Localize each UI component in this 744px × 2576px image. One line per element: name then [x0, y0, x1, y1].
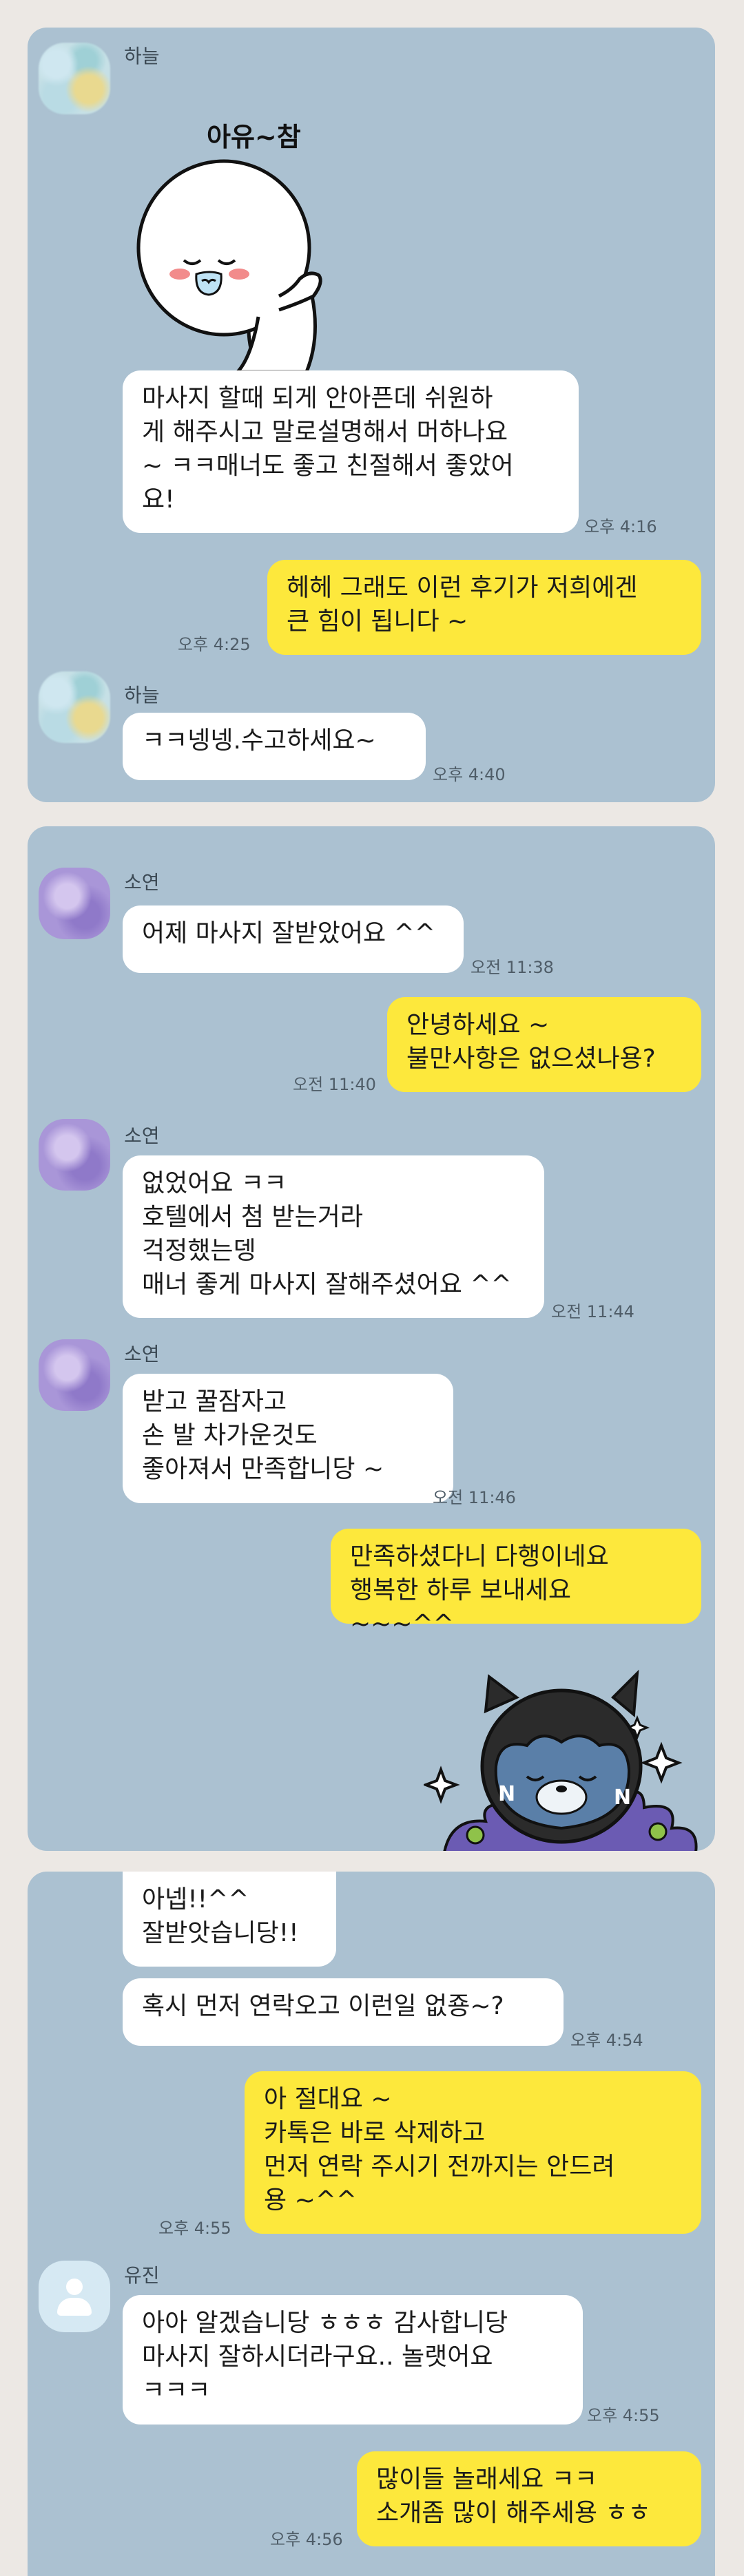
sender-name: 하늘 [124, 45, 160, 67]
message-bubble[interactable]: 받고 꿀잠자고 손 발 차가운것도 좋아져서 만족합니당 ~ [123, 1374, 453, 1503]
message-time: 오후 4:55 [587, 2406, 660, 2425]
avatar[interactable] [39, 43, 110, 114]
avatar[interactable] [39, 868, 110, 939]
message-time: 오후 4:16 [584, 517, 657, 536]
message-bubble[interactable]: 마사지 할때 되게 안아픈데 쉬원하 게 해주시고 말로설명해서 머하나요 ~ … [123, 370, 579, 533]
message-time: 오후 4:54 [570, 2031, 643, 2050]
white-blob-sticker[interactable]: 아유~참 [134, 90, 355, 379]
white-blob-sticker-art [136, 159, 322, 374]
svg-text:N: N [614, 1786, 631, 1810]
message-bubble[interactable]: 많이들 놀래세요 ㅋㅋ 소개좀 많이 해주세용 ㅎㅎ [357, 2451, 701, 2546]
message-bubble[interactable]: 헤헤 그래도 이런 후기가 저희에겐 큰 힘이 됩니다 ~ [267, 560, 701, 655]
message-bubble[interactable]: 어제 마사지 잘받았어요 ^^ [123, 905, 464, 973]
message-bubble[interactable]: 만족하셨다니 다행이네요 행복한 하루 보내세요 ~~~^^ [331, 1529, 701, 1638]
avatar[interactable] [39, 1339, 110, 1411]
avatar[interactable] [39, 2261, 110, 2332]
message-bubble[interactable]: ㅋㅋ넹넹.수고하세요~ [123, 713, 426, 780]
message-bubble[interactable]: 아 절대요 ~ 카톡은 바로 삭제하고 먼저 연락 주시기 전까지는 안드려 용… [245, 2071, 701, 2234]
sender-name: 소연 [124, 1343, 160, 1365]
svg-text:N: N [498, 1782, 515, 1806]
message-time: 오전 11:44 [551, 1302, 634, 1321]
message-bubble[interactable]: 혹시 먼저 연락오고 이런일 없죵~? [123, 1978, 564, 2046]
message-time: 오후 4:25 [178, 635, 251, 654]
sender-name: 하늘 [124, 684, 160, 706]
sender-name: 소연 [124, 871, 160, 894]
message-bubble[interactable]: 아넵!!^^ 잘받앗습니당!! [123, 1872, 336, 1967]
message-time: 오후 4:55 [158, 2219, 231, 2238]
avatar-default-icon [66, 2279, 83, 2295]
chat-panel-3: 아넵!!^^ 잘받앗습니당!! 혹시 먼저 연락오고 이런일 없죵~? 오후 4… [28, 1872, 715, 2576]
message-time: 오전 11:46 [433, 1488, 516, 1507]
sender-name: 유진 [124, 2264, 160, 2287]
chat-panel-2: 소연 어제 마사지 잘받았어요 ^^ 오전 11:38 안녕하세요 ~ 불만사항… [28, 826, 715, 1851]
avatar[interactable] [39, 1119, 110, 1191]
message-bubble[interactable]: 안녕하세요 ~ 불만사항은 없으셨나용? [387, 997, 701, 1092]
avatar[interactable] [39, 671, 110, 743]
message-time: 오후 4:56 [270, 2530, 343, 2549]
message-bubble[interactable]: 아아 알겠습니당 ㅎㅎㅎ 감사합니당 마사지 잘하시더라구요.. 놀랫어요 ㅋㅋ… [123, 2295, 583, 2425]
kakao-cat-sticker[interactable]: N N [422, 1663, 713, 1851]
sender-name: 소연 [124, 1124, 160, 1147]
message-time: 오후 4:40 [433, 765, 506, 784]
chat-panel-1: 하늘 아유~참 마사지 할때 되게 안아픈데 쉬원하 게 해주시고 말로설명해서… [28, 28, 715, 802]
message-time: 오전 11:40 [293, 1075, 376, 1094]
message-bubble[interactable]: 없었어요 ㅋㅋ 호텔에서 첨 받는거라 걱정했는뎅 매너 좋게 마사지 잘해주셨… [123, 1155, 544, 1318]
kakao-cat-sticker-art: N N [422, 1669, 698, 1851]
message-time: 오전 11:38 [471, 958, 554, 977]
